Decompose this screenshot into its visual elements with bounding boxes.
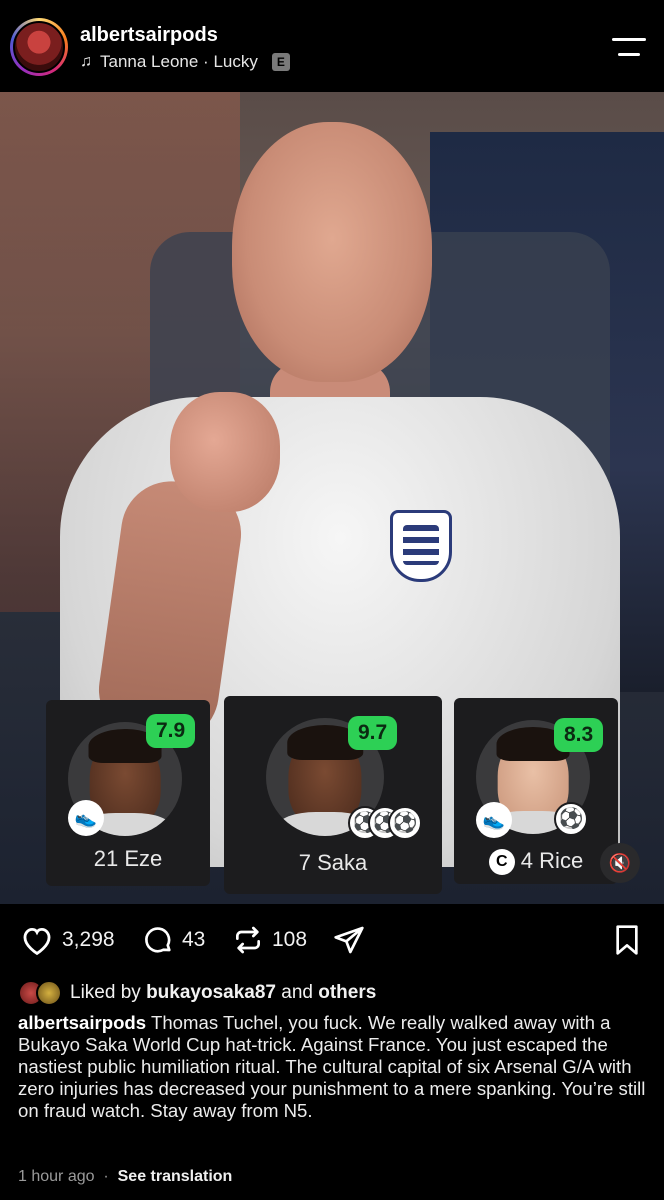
player-surname: Eze [124,846,163,871]
caption-author[interactable]: albertsairpods [18,1012,146,1033]
song-title: Lucky [213,52,258,71]
liker-avatar [36,980,62,1006]
music-note-icon: ♫ [80,53,92,70]
player-card-eze: 7.9 👟 21 Eze [46,700,210,886]
england-crest-icon [390,510,452,582]
player-rating: 7.9 [146,714,196,748]
song-artist: Tanna Leone [100,52,199,71]
heart-icon [23,927,51,956]
player-number: 7 [298,850,311,875]
repost-button[interactable]: 108 [232,924,307,956]
username[interactable]: albertsairpods [80,24,218,47]
post-caption: albertsairpods Thomas Tuchel, you fuck. … [18,1012,648,1122]
goal-icon: ⚽ [388,806,422,840]
goal-icon: ⚽ [554,802,588,836]
player-name: 7 Saka [224,850,442,876]
liked-by-user[interactable]: bukayosaka87 [146,982,276,1004]
like-button[interactable]: 3,298 [20,924,115,956]
fist [170,392,280,512]
comment-button[interactable]: 43 [142,924,205,956]
boot-icon: 👟 [476,802,512,838]
player-rating: 8.3 [554,718,604,752]
explicit-badge: E [271,53,290,71]
song-separator: · [198,52,214,71]
save-button[interactable] [612,924,642,956]
player-number: 21 [93,846,119,871]
action-bar: 3,298 43 108 [0,904,664,978]
comment-icon [145,927,171,953]
menu-icon[interactable] [612,36,646,58]
audio-info[interactable]: ♫ Tanna Leone · Lucky E [80,52,290,72]
send-icon [334,926,364,954]
repost-icon [236,926,260,954]
liked-by-prefix: Liked by [70,982,141,1003]
liked-by-others[interactable]: others [318,982,376,1004]
post-meta: 1 hour ago · See translation [18,1168,232,1186]
like-count: 3,298 [62,928,115,951]
player-card-rice: 8.3 👟 ⚽ C4 Rice [454,698,618,884]
share-button[interactable] [332,924,366,956]
player-surname: Rice [539,848,584,873]
player-name: C4 Rice [454,848,618,875]
meta-dot: · [103,1168,109,1185]
boot-icon: 👟 [68,800,104,836]
player-card-saka: 9.7 ⚽ ⚽ ⚽ 7 Saka [224,696,442,894]
player-rating: 9.7 [348,716,398,750]
captain-badge: C [488,849,515,875]
player-name: 21 Eze [46,846,210,872]
head [232,122,432,382]
player-number: 4 [520,848,534,873]
post-time: 1 hour ago [18,1168,95,1185]
bookmark-icon [616,925,638,955]
liked-by[interactable]: Liked by bukayosaka87 and others [18,980,376,1006]
repost-count: 108 [272,928,308,951]
see-translation-link[interactable]: See translation [118,1168,233,1185]
speaker-muted-icon[interactable]: 🔇 [600,843,640,883]
liked-by-joiner: and [281,982,313,1003]
post-header: albertsairpods ♫ Tanna Leone · Lucky E [0,0,664,92]
comment-count: 43 [182,928,206,951]
avatar[interactable] [13,21,65,73]
player-surname: Saka [317,850,368,875]
